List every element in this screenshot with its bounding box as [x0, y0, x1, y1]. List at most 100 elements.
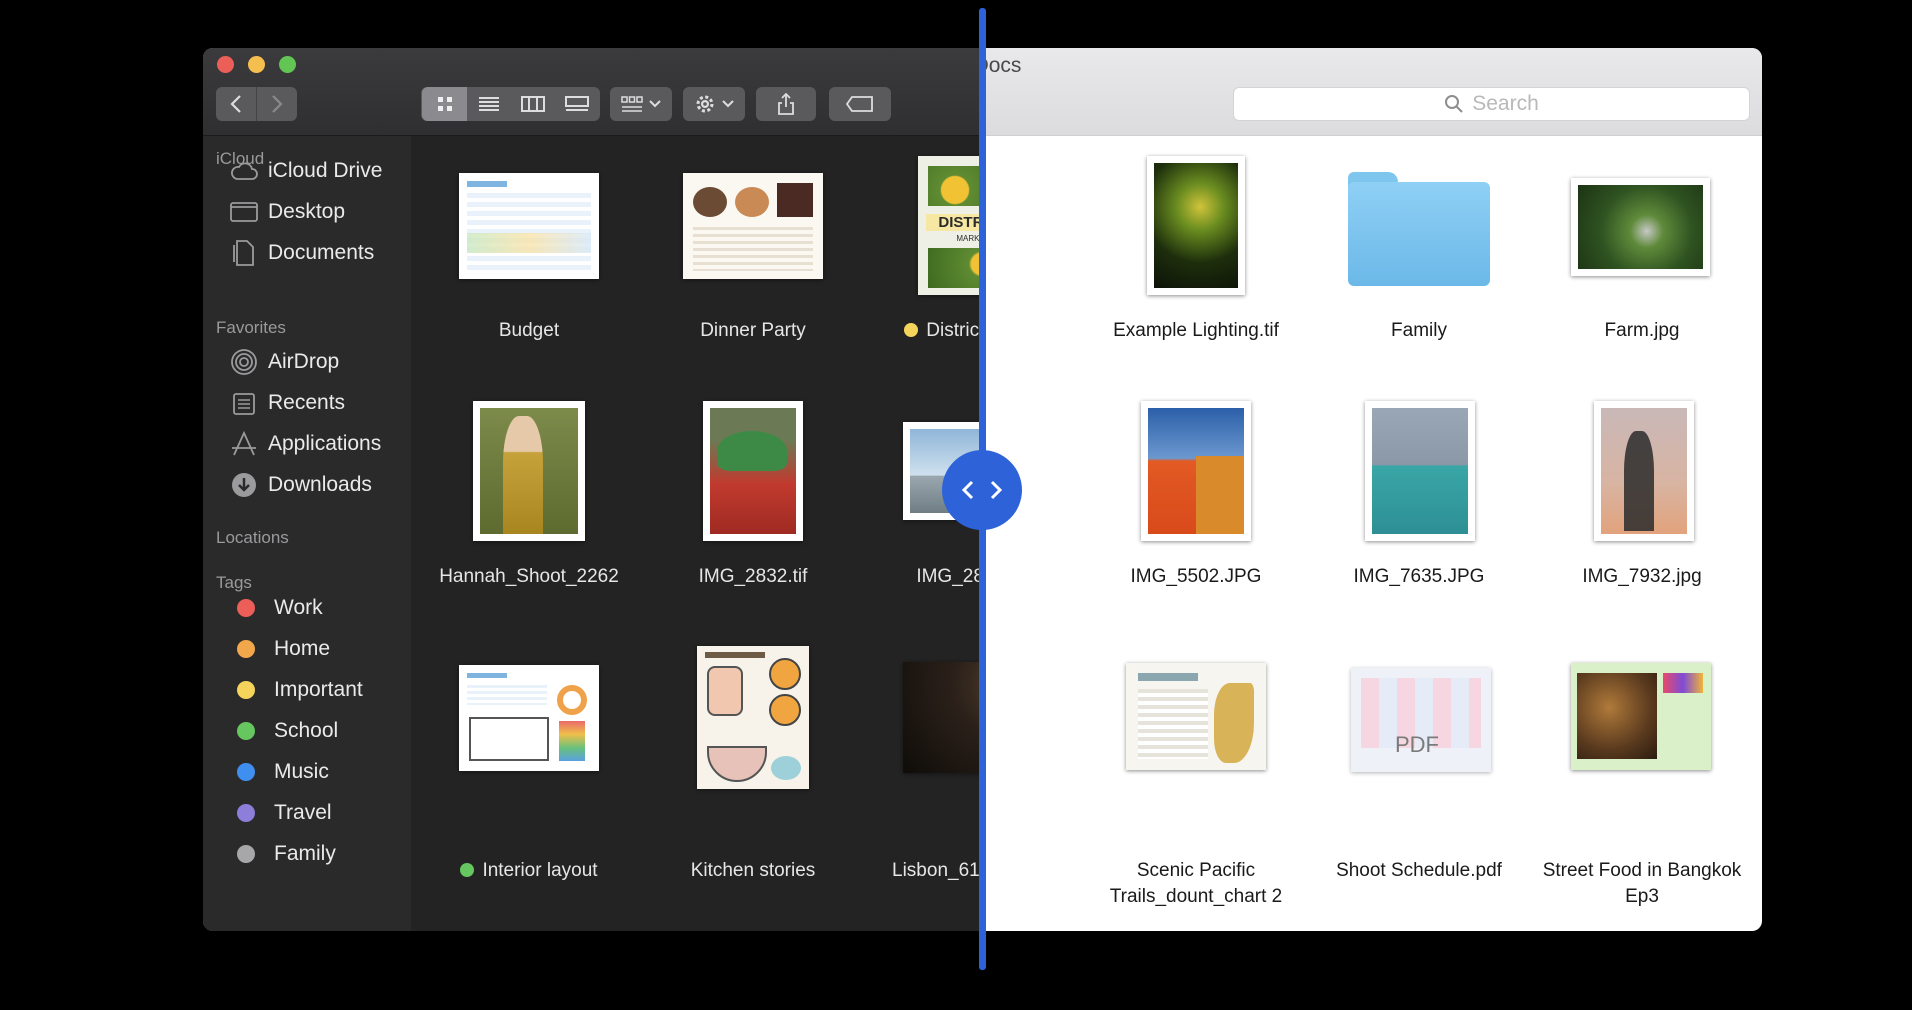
file-label: Family	[1391, 320, 1447, 341]
sidebar: iCloud iCloud Drive Desktop Documents Fa…	[203, 136, 411, 931]
chevron-right-icon	[272, 95, 283, 113]
sidebar-tag-music[interactable]: Music	[229, 755, 329, 789]
file-label: Hannah_Shoot_2262	[439, 566, 619, 587]
group-icon	[621, 96, 643, 112]
file-thumb-budget[interactable]	[459, 173, 599, 279]
tag-label: Work	[274, 596, 323, 619]
sidebar-item-icloud-drive[interactable]: iCloud Drive	[229, 154, 382, 188]
sidebar-section-favorites: Favorites	[216, 318, 286, 337]
view-switcher	[421, 87, 600, 121]
group-button[interactable]	[610, 87, 672, 121]
sidebar-item-applications[interactable]: Applications	[229, 427, 381, 461]
applications-icon	[229, 429, 259, 459]
sidebar-tag-travel[interactable]: Travel	[229, 796, 332, 830]
sidebar-tag-work[interactable]: Work	[229, 591, 323, 625]
forward-button[interactable]	[257, 87, 297, 121]
sidebar-item-documents[interactable]: Documents	[229, 236, 374, 270]
file-thumb-lisbon-mov[interactable]	[903, 662, 982, 773]
sidebar-item-label: Downloads	[268, 473, 372, 496]
close-button[interactable]	[217, 56, 234, 73]
list-icon	[479, 97, 499, 111]
file-label: Street Food in Bangkok Ep3	[1542, 860, 1742, 907]
search-placeholder: Search	[1472, 92, 1539, 115]
file-thumb-scenic-pacific[interactable]	[1126, 663, 1266, 770]
sidebar-item-label: AirDrop	[268, 350, 340, 373]
file-thumb-district-market[interactable]: DISTRICT MARKET	[918, 156, 982, 295]
tag-label: Family	[274, 842, 336, 865]
minimize-button[interactable]	[248, 56, 265, 73]
column-view-button[interactable]	[511, 87, 555, 121]
file-label: District Market	[866, 318, 982, 344]
sidebar-item-desktop[interactable]: Desktop	[229, 195, 345, 229]
tag-button[interactable]	[829, 87, 891, 121]
gallery-icon	[565, 96, 589, 111]
sidebar-item-airdrop[interactable]: AirDrop	[229, 345, 339, 379]
file-thumb-img7932[interactable]	[1594, 401, 1694, 541]
tag-label: Important	[274, 678, 363, 701]
chevron-right-icon	[990, 480, 1003, 500]
folder-family[interactable]	[1348, 172, 1490, 286]
gear-icon	[696, 95, 714, 113]
file-label: Farm.jpg	[1604, 320, 1680, 341]
tag-icon	[846, 96, 873, 112]
columns-icon	[521, 96, 545, 112]
search-field[interactable]: Search	[1233, 87, 1750, 121]
file-thumb-img7635[interactable]	[1365, 401, 1475, 541]
sidebar-tag-home[interactable]: Home	[229, 632, 330, 666]
chevron-left-icon	[961, 480, 974, 500]
file-thumb-example-lighting[interactable]	[1147, 156, 1245, 295]
comparison-slider-handle[interactable]	[942, 450, 1022, 530]
file-label: Lisbon_61695.MOV	[892, 860, 982, 881]
desktop-icon	[229, 197, 259, 227]
file-thumb-img5502[interactable]	[1141, 401, 1251, 541]
sidebar-section-tags: Tags	[216, 573, 252, 592]
file-label: Budget	[498, 320, 560, 341]
sidebar-item-label: Recents	[268, 391, 346, 414]
action-button[interactable]	[683, 87, 745, 121]
file-name: District Market	[926, 320, 982, 341]
recents-icon	[229, 388, 259, 418]
tag-dot	[237, 763, 255, 781]
file-label: Scenic Pacific Trails_dount_chart 2	[1109, 860, 1283, 907]
sidebar-tag-important[interactable]: Important	[229, 673, 363, 707]
file-thumb-kitchen-stories[interactable]	[697, 646, 809, 789]
file-label: IMG_5502.JPG	[1130, 566, 1262, 587]
pdf-badge: PDF	[1395, 732, 1439, 757]
sidebar-tag-family[interactable]: Family	[229, 837, 336, 871]
icon-view-button[interactable]	[422, 87, 467, 121]
file-name: Interior layout	[482, 860, 598, 881]
file-label: IMG_7635.JPG	[1353, 566, 1485, 587]
file-thumb-street-food[interactable]	[1571, 663, 1711, 770]
file-thumb-interior-layout[interactable]	[459, 665, 599, 771]
district-subtitle: MARKET	[956, 234, 982, 243]
file-thumb-img2832[interactable]	[703, 401, 803, 541]
sidebar-item-label: Applications	[268, 432, 382, 455]
tag-label: School	[274, 719, 339, 742]
district-title: DISTRICT	[926, 214, 982, 231]
downloads-icon	[229, 470, 259, 500]
file-label: IMG_2832.tif	[698, 566, 808, 587]
sidebar-item-downloads[interactable]: Downloads	[229, 468, 372, 502]
file-thumb-shoot-schedule[interactable]: PDF	[1351, 668, 1491, 772]
file-thumb-dinner-party[interactable]	[683, 173, 823, 279]
file-label: Shoot Schedule.pdf	[1336, 860, 1502, 881]
sidebar-item-label: Desktop	[268, 200, 346, 223]
list-view-button[interactable]	[467, 87, 511, 121]
tag-dot	[237, 845, 255, 863]
search-icon	[1445, 95, 1463, 113]
gallery-view-button[interactable]	[555, 87, 599, 121]
file-thumb-hannah-shoot[interactable]	[473, 401, 585, 541]
chevron-down-icon	[649, 100, 661, 108]
share-button[interactable]	[756, 87, 816, 121]
file-label: Dinner Party	[700, 320, 806, 341]
zoom-button[interactable]	[279, 56, 296, 73]
sidebar-tag-school[interactable]: School	[229, 714, 338, 748]
back-button[interactable]	[216, 87, 257, 121]
file-thumb-farm[interactable]	[1571, 178, 1710, 276]
toolbar-dark	[203, 48, 982, 136]
sidebar-item-recents[interactable]: Recents	[229, 386, 345, 420]
dark-mode-pane: iCloud iCloud Drive Desktop Documents Fa…	[203, 48, 982, 931]
share-icon	[778, 93, 794, 115]
sidebar-item-label: iCloud Drive	[268, 159, 383, 182]
tag-dot	[237, 722, 255, 740]
